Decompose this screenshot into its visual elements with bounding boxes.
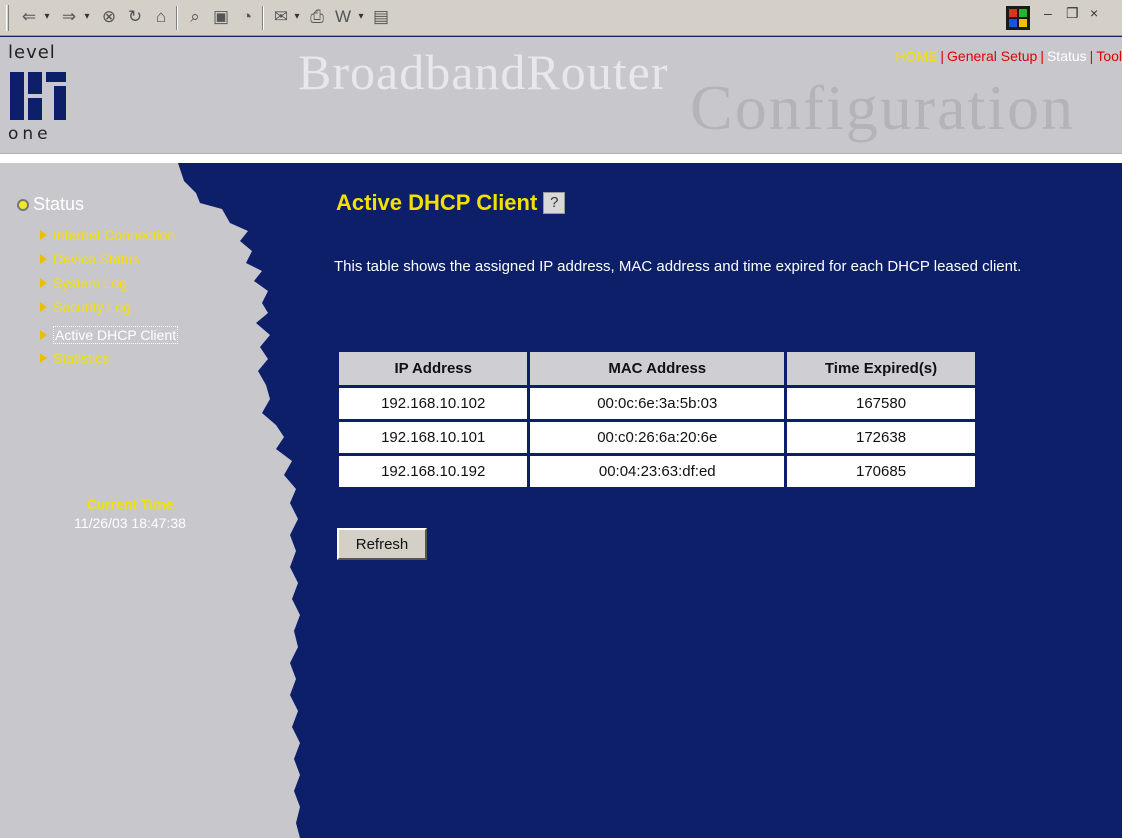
page-title: Active DHCP Client ? [336,190,566,216]
sidebar-item-label: Security Log [53,299,131,315]
sidebar-item-label: Active DHCP Client [53,326,179,344]
refresh-button[interactable]: Refresh [337,528,427,560]
sidebar-item-statistics[interactable]: Statistics [40,350,109,366]
toolbar-separator [262,6,264,30]
sidebar-item-label: Device Status [53,251,140,267]
sidebar-item-system-log[interactable]: System Log [40,275,127,291]
print-icon[interactable]: ⎙ [306,6,328,28]
search-icon[interactable]: ⌕ [184,6,206,28]
sidebar-item-label: System Log [53,275,127,291]
arrow-right-icon [40,278,47,288]
history-icon[interactable]: ◔ [236,6,258,28]
router-header: level one Configuration BroadbandRouter … [0,37,1122,154]
toolbar-grip[interactable] [6,5,9,31]
brand-title: BroadbandRouter [298,44,669,100]
sidebar-item-active-dhcp-client[interactable]: Active DHCP Client [40,326,179,344]
table-header-row: IP Address MAC Address Time Expired(s) [339,352,975,385]
current-time-label: Current Time [86,496,174,512]
current-time-value: 11/26/03 18:47:38 [74,515,186,531]
levelone-logo: level one [8,42,72,146]
sidebar-item-label: Internet Connection [53,227,176,243]
column-header-time-expired: Time Expired(s) [787,352,975,385]
nav-general-setup-link[interactable]: General Setup [947,48,1037,64]
home-icon[interactable]: ⌂ [150,6,172,28]
mac-address-cell: 00:04:23:63:df:ed [530,456,785,487]
restore-icon[interactable]: ❐ [1066,5,1079,22]
refresh-icon[interactable]: ↻ [124,6,146,28]
ip-address-cell: 192.168.10.101 [339,422,528,453]
nav-status-link[interactable]: Status [1047,48,1087,64]
mail-icon[interactable]: ✉ [270,6,292,28]
column-header-mac-address: MAC Address [530,352,785,385]
sidebar-section-status: Status [17,194,84,215]
page-description: This table shows the assigned IP address… [334,258,1022,275]
top-navigation: HOME | General Setup | Status | Tool [895,48,1122,64]
sidebar-item-security-log[interactable]: Security Log [40,299,131,315]
arrow-right-icon [40,254,47,264]
time-expired-cell: 167580 [787,388,975,419]
arrow-right-icon [40,230,47,240]
back-icon[interactable]: ⇐ [18,6,40,28]
logo-text-level: level [8,42,56,63]
time-expired-cell: 170685 [787,456,975,487]
ip-address-cell: 192.168.10.102 [339,388,528,419]
table-row: 192.168.10.101 00:c0:26:6a:20:6e 172638 [339,422,975,453]
page-title-text: Active DHCP Client [336,190,538,215]
mail-dropdown-icon[interactable]: ▾ [292,6,302,28]
minimize-icon[interactable]: – [1044,5,1052,21]
status-bullet-icon [17,198,29,211]
windows-logo-icon [1006,6,1030,30]
ip-address-cell: 192.168.10.192 [339,456,528,487]
table-row: 192.168.10.102 00:0c:6e:3a:5b:03 167580 [339,388,975,419]
brand-subtitle: Configuration [690,72,1076,143]
word-icon[interactable]: W [332,6,354,28]
nav-home-link[interactable]: HOME [895,48,937,64]
favorites-icon[interactable]: ▣ [210,6,232,28]
time-expired-cell: 172638 [787,422,975,453]
back-dropdown-icon[interactable]: ▾ [42,6,52,28]
help-icon[interactable]: ? [543,192,566,214]
mac-address-cell: 00:0c:6e:3a:5b:03 [530,388,785,419]
sidebar-item-device-status[interactable]: Device Status [40,251,139,267]
notepad-icon[interactable]: ▤ [370,6,392,28]
mac-address-cell: 00:c0:26:6a:20:6e [530,422,785,453]
browser-toolbar: ⇐ ▾ ⇒ ▾ ⊗ ↻ ⌂ ⌕ ▣ ◔ ✉ ▾ ⎙ W ▾ ▤ – ❐ × [0,0,1122,36]
logo-text-one: one [8,124,52,144]
arrow-right-icon [40,330,47,340]
table-row: 192.168.10.192 00:04:23:63:df:ed 170685 [339,456,975,487]
stop-icon[interactable]: ⊗ [98,6,120,28]
column-header-ip-address: IP Address [339,352,528,385]
header-divider [0,154,1122,163]
sidebar-section-title: Status [33,194,85,214]
dhcp-client-table: IP Address MAC Address Time Expired(s) 1… [336,349,978,490]
forward-icon[interactable]: ⇒ [58,6,80,28]
toolbar-separator [176,6,178,30]
close-icon[interactable]: × [1090,5,1098,21]
sidebar-item-label: Statistics [53,350,110,366]
sidebar-item-internet-connection[interactable]: Internet Connection [40,227,175,243]
arrow-right-icon [40,353,47,363]
word-dropdown-icon[interactable]: ▾ [356,6,366,28]
nav-tool-link[interactable]: Tool [1096,48,1122,64]
arrow-right-icon [40,302,47,312]
sidebar: Status Internet Connection Device Status… [0,163,240,838]
forward-dropdown-icon[interactable]: ▾ [82,6,92,28]
